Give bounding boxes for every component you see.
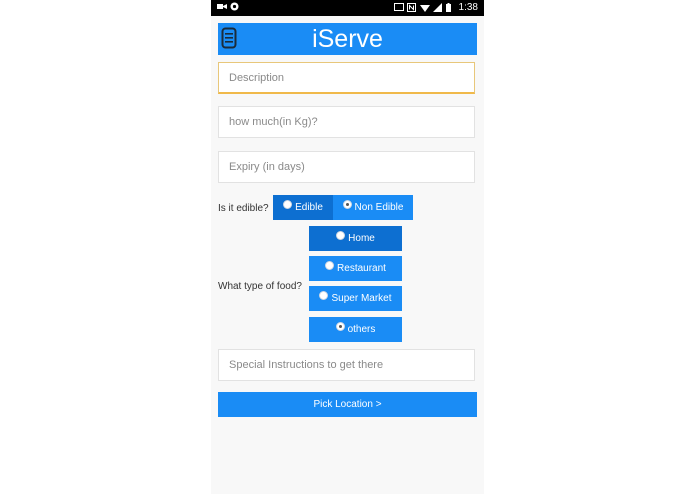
non-edible-option[interactable]: Non Edible (333, 195, 413, 220)
non-edible-option-label: Non Edible (354, 202, 404, 213)
home-radio[interactable] (336, 231, 346, 240)
description-field[interactable]: Description (218, 62, 475, 94)
edible-radio[interactable] (283, 200, 293, 209)
restaurant-option-label: Restaurant (337, 263, 386, 274)
food-type-question: What type of food? (218, 281, 302, 292)
quantity-field[interactable]: how much(in Kg)? (218, 106, 475, 138)
food-type-others-option[interactable]: others (309, 317, 402, 342)
special-instructions-field[interactable]: Special Instructions to get there (218, 349, 475, 381)
restaurant-radio[interactable] (325, 261, 335, 270)
wifi-icon (419, 3, 430, 12)
quantity-placeholder: how much(in Kg)? (229, 116, 318, 128)
cast-icon (393, 3, 404, 12)
edible-question: Is it edible? (218, 203, 269, 214)
app-title: iServe (312, 25, 383, 53)
nfc-icon (406, 3, 416, 12)
battery-icon (445, 3, 455, 12)
others-option-label: others (347, 324, 376, 335)
app-bar: iServe (218, 23, 477, 55)
expiry-field[interactable]: Expiry (in days) (218, 151, 475, 183)
chrome-icon (230, 2, 239, 11)
supermarket-radio[interactable] (319, 291, 329, 300)
edible-option-label: Edible (295, 202, 323, 213)
food-type-supermarket-option[interactable]: Super Market (309, 286, 402, 311)
supermarket-option-label: Super Market (331, 293, 392, 304)
food-type-restaurant-option[interactable]: Restaurant (309, 256, 402, 281)
others-radio[interactable] (335, 322, 345, 331)
home-option-label: Home (348, 233, 375, 244)
pick-location-label: Pick Location > (313, 399, 382, 410)
food-type-home-option[interactable]: Home (309, 226, 402, 251)
expiry-placeholder: Expiry (in days) (229, 161, 305, 173)
pick-location-button[interactable]: Pick Location > (218, 392, 477, 417)
signal-icon (432, 3, 442, 12)
non-edible-radio[interactable] (342, 200, 352, 209)
special-instructions-placeholder: Special Instructions to get there (229, 359, 384, 371)
status-time: 1:38 (458, 2, 478, 13)
phone-screen: 1:38 iServe Description how much(in Kg)?… (211, 0, 484, 494)
status-bar: 1:38 (211, 0, 484, 16)
edible-option[interactable]: Edible (273, 195, 333, 220)
video-camera-icon (217, 2, 227, 11)
description-placeholder: Description (229, 72, 285, 84)
